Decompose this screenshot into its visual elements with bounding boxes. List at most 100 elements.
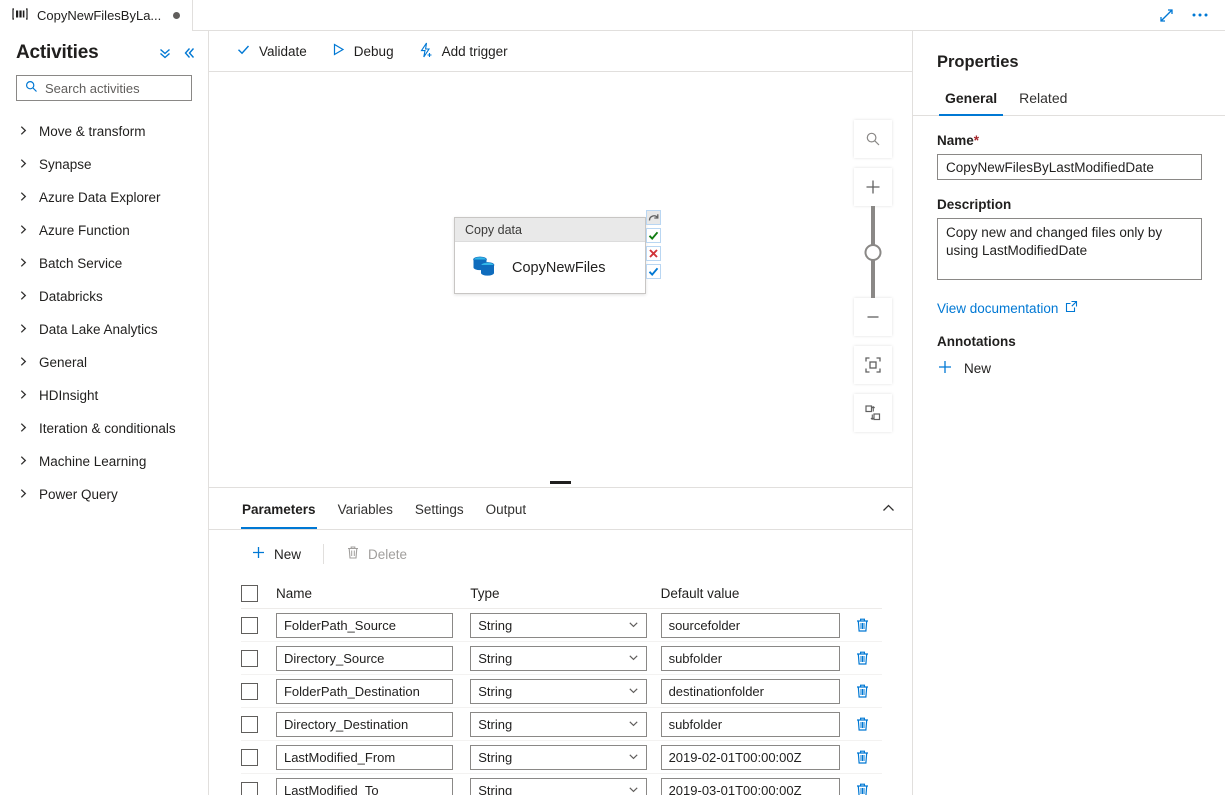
sidebar-item-power-query[interactable]: Power Query <box>0 478 208 511</box>
trash-icon[interactable] <box>855 617 870 633</box>
sidebar-item-azure-function[interactable]: Azure Function <box>0 214 208 247</box>
param-type-select[interactable]: String <box>470 678 648 704</box>
tab-parameters[interactable]: Parameters <box>231 489 327 529</box>
skip-port[interactable] <box>646 210 661 225</box>
param-default-input[interactable] <box>660 678 840 704</box>
param-default-input[interactable] <box>660 612 840 638</box>
sidebar-item-label: Azure Data Explorer <box>39 190 161 205</box>
tab-label: General <box>945 90 998 106</box>
chevron-right-icon <box>18 388 29 403</box>
search-activities-wrap <box>0 69 221 111</box>
param-default-input[interactable] <box>660 777 840 795</box>
param-type-select[interactable]: String <box>470 711 648 737</box>
tab-variables[interactable]: Variables <box>327 489 404 529</box>
row-checkbox[interactable] <box>241 715 258 733</box>
param-name-input[interactable] <box>275 612 453 638</box>
failure-port[interactable] <box>646 246 661 261</box>
sidebar-item-data-lake-analytics[interactable]: Data Lake Analytics <box>0 313 208 346</box>
sidebar-item-general[interactable]: General <box>0 346 208 379</box>
param-name-input[interactable] <box>275 777 453 795</box>
tab-settings[interactable]: Settings <box>404 489 475 529</box>
pipeline-description-textarea[interactable] <box>937 218 1202 280</box>
chevron-right-icon <box>18 256 29 271</box>
tab-general[interactable]: General <box>937 90 1005 116</box>
tab-related[interactable]: Related <box>1011 90 1075 115</box>
chevron-down-icon <box>628 684 639 699</box>
chevron-up-icon[interactable] <box>881 501 896 519</box>
param-default-input[interactable] <box>660 645 840 671</box>
sidebar-item-iteration-conditionals[interactable]: Iteration & conditionals <box>0 412 208 445</box>
search-input[interactable] <box>45 80 221 96</box>
double-chevron-left-icon[interactable] <box>182 46 196 60</box>
add-trigger-button[interactable]: Add trigger <box>408 36 518 66</box>
new-parameter-button[interactable]: New <box>241 539 311 569</box>
delete-parameter-button[interactable]: Delete <box>336 539 417 569</box>
completion-port[interactable] <box>646 264 661 279</box>
row-checkbox[interactable] <box>241 781 258 795</box>
param-type-select[interactable]: String <box>470 645 648 671</box>
pipeline-name-input[interactable] <box>937 154 1202 180</box>
success-port[interactable] <box>646 228 661 243</box>
param-name-input[interactable] <box>275 711 453 737</box>
zoom-out-minus-icon[interactable] <box>854 298 892 336</box>
pipeline-canvas[interactable]: Copy data CopyNewFiles <box>209 72 912 478</box>
sidebar-item-label: Power Query <box>39 487 118 502</box>
param-default-input[interactable] <box>660 744 840 770</box>
param-name-input[interactable] <box>275 645 453 671</box>
trash-icon[interactable] <box>855 683 870 699</box>
row-delete-cell <box>843 650 882 666</box>
row-checkbox[interactable] <box>241 682 258 700</box>
chevron-right-icon <box>18 487 29 502</box>
debug-button[interactable]: Debug <box>321 36 404 66</box>
required-asterisk: * <box>973 133 980 148</box>
add-annotation-button[interactable]: New <box>937 359 1201 378</box>
select-all-checkbox[interactable] <box>241 584 258 602</box>
trash-icon[interactable] <box>855 749 870 765</box>
param-name-input[interactable] <box>275 744 453 770</box>
param-default-input[interactable] <box>660 711 840 737</box>
row-checkbox[interactable] <box>241 616 258 634</box>
param-type-select[interactable]: String <box>470 777 648 795</box>
sidebar-header: Activities <box>0 31 208 69</box>
param-type-select[interactable]: String <box>470 612 648 638</box>
trash-icon <box>346 545 360 563</box>
more-ellipsis-icon[interactable] <box>1185 0 1215 30</box>
sidebar-item-batch-service[interactable]: Batch Service <box>0 247 208 280</box>
lightning-plus-icon <box>418 42 434 61</box>
zoom-slider-thumb[interactable] <box>864 244 882 261</box>
tab-output[interactable]: Output <box>475 489 538 529</box>
activity-node-copynewfiles[interactable]: Copy data CopyNewFiles <box>454 217 646 294</box>
row-checkbox[interactable] <box>241 649 258 667</box>
trash-icon[interactable] <box>855 782 870 795</box>
sidebar-header-actions <box>158 46 196 60</box>
zoom-to-fit-icon[interactable] <box>854 346 892 384</box>
validate-button[interactable]: Validate <box>226 36 317 66</box>
param-name-cell <box>275 678 470 704</box>
panel-resize-handle[interactable] <box>550 481 571 484</box>
zoom-search-icon[interactable] <box>854 120 892 158</box>
param-name-input[interactable] <box>275 678 453 704</box>
zoom-slider[interactable] <box>854 206 892 298</box>
page-title: Activities <box>16 42 99 63</box>
sidebar-item-synapse[interactable]: Synapse <box>0 148 208 181</box>
view-documentation-link[interactable]: View documentation <box>937 300 1201 316</box>
sidebar-item-machine-learning[interactable]: Machine Learning <box>0 445 208 478</box>
zoom-in-plus-icon[interactable] <box>854 168 892 206</box>
param-type-select[interactable]: String <box>470 744 648 770</box>
expand-diagonal-icon[interactable] <box>1151 0 1181 30</box>
tab-pipeline-copynewfilesbyla[interactable]: CopyNewFilesByLa... <box>0 0 194 31</box>
sidebar-item-azure-data-explorer[interactable]: Azure Data Explorer <box>0 181 208 214</box>
sidebar-item-databricks[interactable]: Databricks <box>0 280 208 313</box>
activity-node-ports <box>646 210 661 279</box>
sidebar-item-hdinsight[interactable]: HDInsight <box>0 379 208 412</box>
auto-align-icon[interactable] <box>854 394 892 432</box>
double-chevron-down-icon[interactable] <box>158 46 172 60</box>
add-annotation-label: New <box>964 361 992 376</box>
search-box[interactable] <box>16 75 221 101</box>
plus-icon <box>937 359 953 378</box>
sidebar-item-move-transform[interactable]: Move & transform <box>0 115 208 148</box>
trash-icon[interactable] <box>855 650 870 666</box>
row-checkbox[interactable] <box>241 748 258 766</box>
trash-icon[interactable] <box>855 716 870 732</box>
sidebar-item-label: Synapse <box>39 157 92 172</box>
